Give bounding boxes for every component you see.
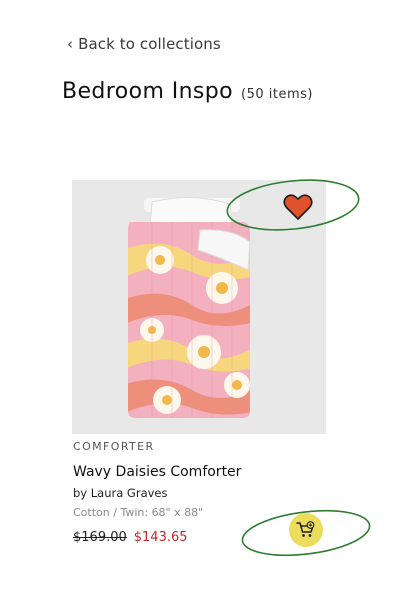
chevron-left-icon: ‹ [67,34,74,53]
original-price: $169.00 [73,530,127,545]
price-row: $169.00 $143.65 [73,530,188,545]
sale-price: $143.65 [133,530,188,545]
back-link-label: Back to collections [78,35,221,53]
back-to-collections-link[interactable]: ‹ Back to collections [67,35,221,53]
product-category: COMFORTER [73,440,155,453]
collection-header: Bedroom Inspo (50 items) [62,79,313,104]
add-to-cart-button[interactable] [289,513,323,547]
heart-icon [283,194,313,220]
favorite-button[interactable] [283,193,313,221]
product-artist[interactable]: by Laura Graves [73,486,168,500]
product-variant: Cotton / Twin: 68" x 88" [73,506,204,519]
page: ‹ Back to collections Bedroom Inspo (50 … [0,0,400,594]
product-name[interactable]: Wavy Daisies Comforter [73,464,241,480]
page-title: Bedroom Inspo [62,79,234,104]
item-count: (50 items) [241,87,313,102]
add-to-cart-icon [296,521,315,537]
